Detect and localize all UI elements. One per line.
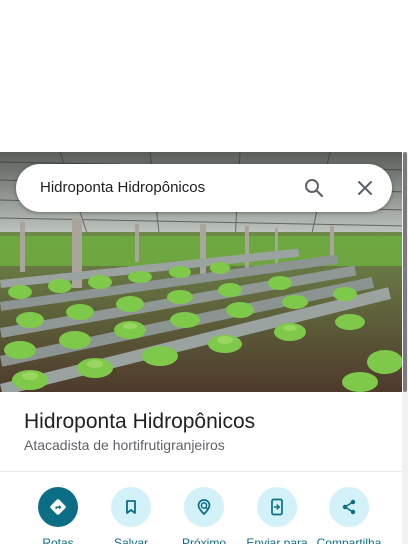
nearby-button[interactable]: Próximo <box>167 487 241 544</box>
close-icon[interactable] <box>353 176 377 200</box>
directions-icon <box>38 487 78 527</box>
send-to-phone-icon <box>257 487 297 527</box>
share-label: Compartilha <box>316 536 382 544</box>
place-title: Hidroponta Hidropônicos <box>24 410 256 433</box>
nearby-icon <box>184 487 224 527</box>
scrollbar-thumb[interactable] <box>403 152 407 392</box>
send-to-phone-button[interactable]: Enviar para <box>240 487 314 544</box>
save-button[interactable]: Salvar <box>94 487 168 544</box>
place-category[interactable]: Atacadista de hortifrutigranjeiros <box>24 437 225 453</box>
directions-button[interactable]: Rotas <box>21 487 95 544</box>
share-icon <box>329 487 369 527</box>
bookmark-icon <box>111 487 151 527</box>
search-icon[interactable] <box>302 176 326 200</box>
search-box[interactable]: Hidroponta Hidropônicos <box>16 164 392 212</box>
search-input[interactable]: Hidroponta Hidropônicos <box>40 179 205 196</box>
share-button[interactable]: Compartilha <box>312 487 386 544</box>
divider <box>0 471 402 472</box>
blank-map-area <box>0 0 408 152</box>
